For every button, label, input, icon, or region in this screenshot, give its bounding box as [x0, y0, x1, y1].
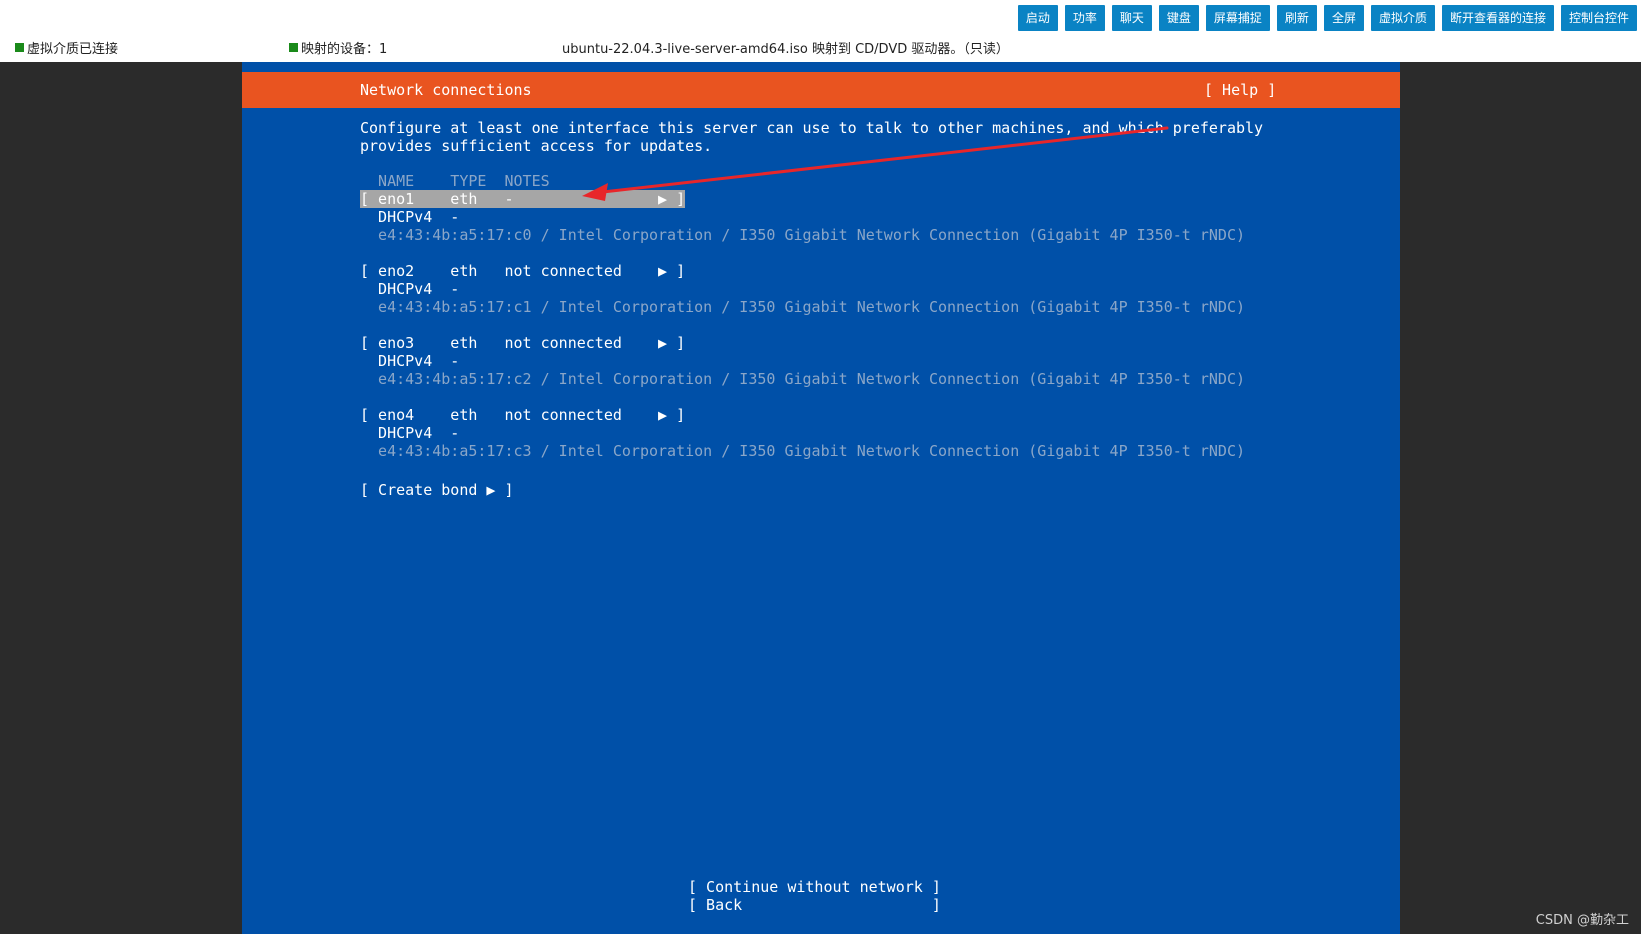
iso-mapping-status: ubuntu-22.04.3-live-server-amd64.iso 映射到… — [562, 38, 1009, 57]
kvm-toolbar: 启动 功率 聊天 键盘 屏幕捕捉 刷新 全屏 虚拟介质 断开查看器的连接 控制台… — [0, 0, 1641, 62]
continue-without-network-button[interactable]: [ Continue without network ] — [688, 878, 941, 896]
interface-row-eno3[interactable]: [ eno3 eth not connected ▶ ] — [360, 334, 685, 352]
media-status-text: 虚拟介质已连接 — [27, 42, 119, 57]
interface-row-eno2[interactable]: [ eno2 eth not connected ▶ ] — [360, 262, 685, 280]
console-top-strip — [242, 62, 1400, 72]
back-button[interactable]: [ Back ] — [688, 896, 941, 914]
status-row: 虚拟介质已连接 映射的设备：1 ubuntu-22.04.3-live-serv… — [0, 36, 1641, 58]
media-status: 虚拟介质已连接 — [15, 38, 118, 57]
interface-detail-eno1: e4:43:4b:a5:17:c0 / Intel Corporation / … — [360, 226, 1246, 244]
interface-dhcp-eno4: DHCPv4 - — [360, 424, 460, 442]
iso-mapping-text: ubuntu-22.04.3-live-server-amd64.iso 映射到… — [562, 42, 1009, 57]
create-bond-button[interactable]: [ Create bond ▶ ] — [360, 481, 514, 499]
virtual-media-button[interactable]: 虚拟介质 — [1370, 5, 1435, 31]
interface-detail-eno2: e4:43:4b:a5:17:c1 / Intel Corporation / … — [360, 298, 1246, 316]
console-controls-button[interactable]: 控制台控件 — [1560, 5, 1637, 31]
power-button[interactable]: 功率 — [1064, 5, 1105, 31]
remote-console-screen[interactable]: Network connections [ Help ] Configure a… — [242, 62, 1400, 934]
chat-button[interactable]: 聊天 — [1111, 5, 1152, 31]
keyboard-button[interactable]: 键盘 — [1158, 5, 1199, 31]
interface-table-header: NAME TYPE NOTES — [360, 172, 550, 190]
description-line-2: provides sufficient access for updates. — [360, 137, 713, 155]
interface-row-eno1[interactable]: [ eno1 eth - ▶ ] — [360, 190, 686, 208]
disconnect-viewer-button[interactable]: 断开查看器的连接 — [1441, 5, 1554, 31]
mapped-devices-text: 映射的设备：1 — [301, 42, 388, 57]
status-indicator-icon — [289, 43, 298, 52]
watermark: CSDN @勤杂工 — [1535, 913, 1629, 928]
start-button[interactable]: 启动 — [1017, 5, 1058, 31]
description: Configure at least one interface this se… — [360, 119, 1263, 155]
description-line-1: Configure at least one interface this se… — [360, 119, 1264, 137]
interface-detail-eno4: e4:43:4b:a5:17:c3 / Intel Corporation / … — [360, 442, 1246, 460]
toolbar-button-row: 启动 功率 聊天 键盘 屏幕捕捉 刷新 全屏 虚拟介质 断开查看器的连接 控制台… — [1017, 5, 1637, 31]
mapped-devices-status: 映射的设备：1 — [289, 38, 387, 57]
screen-capture-button[interactable]: 屏幕捕捉 — [1205, 5, 1270, 31]
fullscreen-button[interactable]: 全屏 — [1323, 5, 1364, 31]
interface-dhcp-eno1: DHCPv4 - — [360, 208, 460, 226]
interface-dhcp-eno3: DHCPv4 - — [360, 352, 460, 370]
interface-dhcp-eno2: DHCPv4 - — [360, 280, 460, 298]
page-title: Network connections — [360, 81, 532, 99]
help-button[interactable]: [ Help ] — [1204, 81, 1276, 99]
refresh-button[interactable]: 刷新 — [1276, 5, 1317, 31]
status-indicator-icon — [15, 43, 24, 52]
interface-row-eno4[interactable]: [ eno4 eth not connected ▶ ] — [360, 406, 685, 424]
installer-title-bar: Network connections [ Help ] — [242, 72, 1400, 108]
interface-detail-eno3: e4:43:4b:a5:17:c2 / Intel Corporation / … — [360, 370, 1246, 388]
